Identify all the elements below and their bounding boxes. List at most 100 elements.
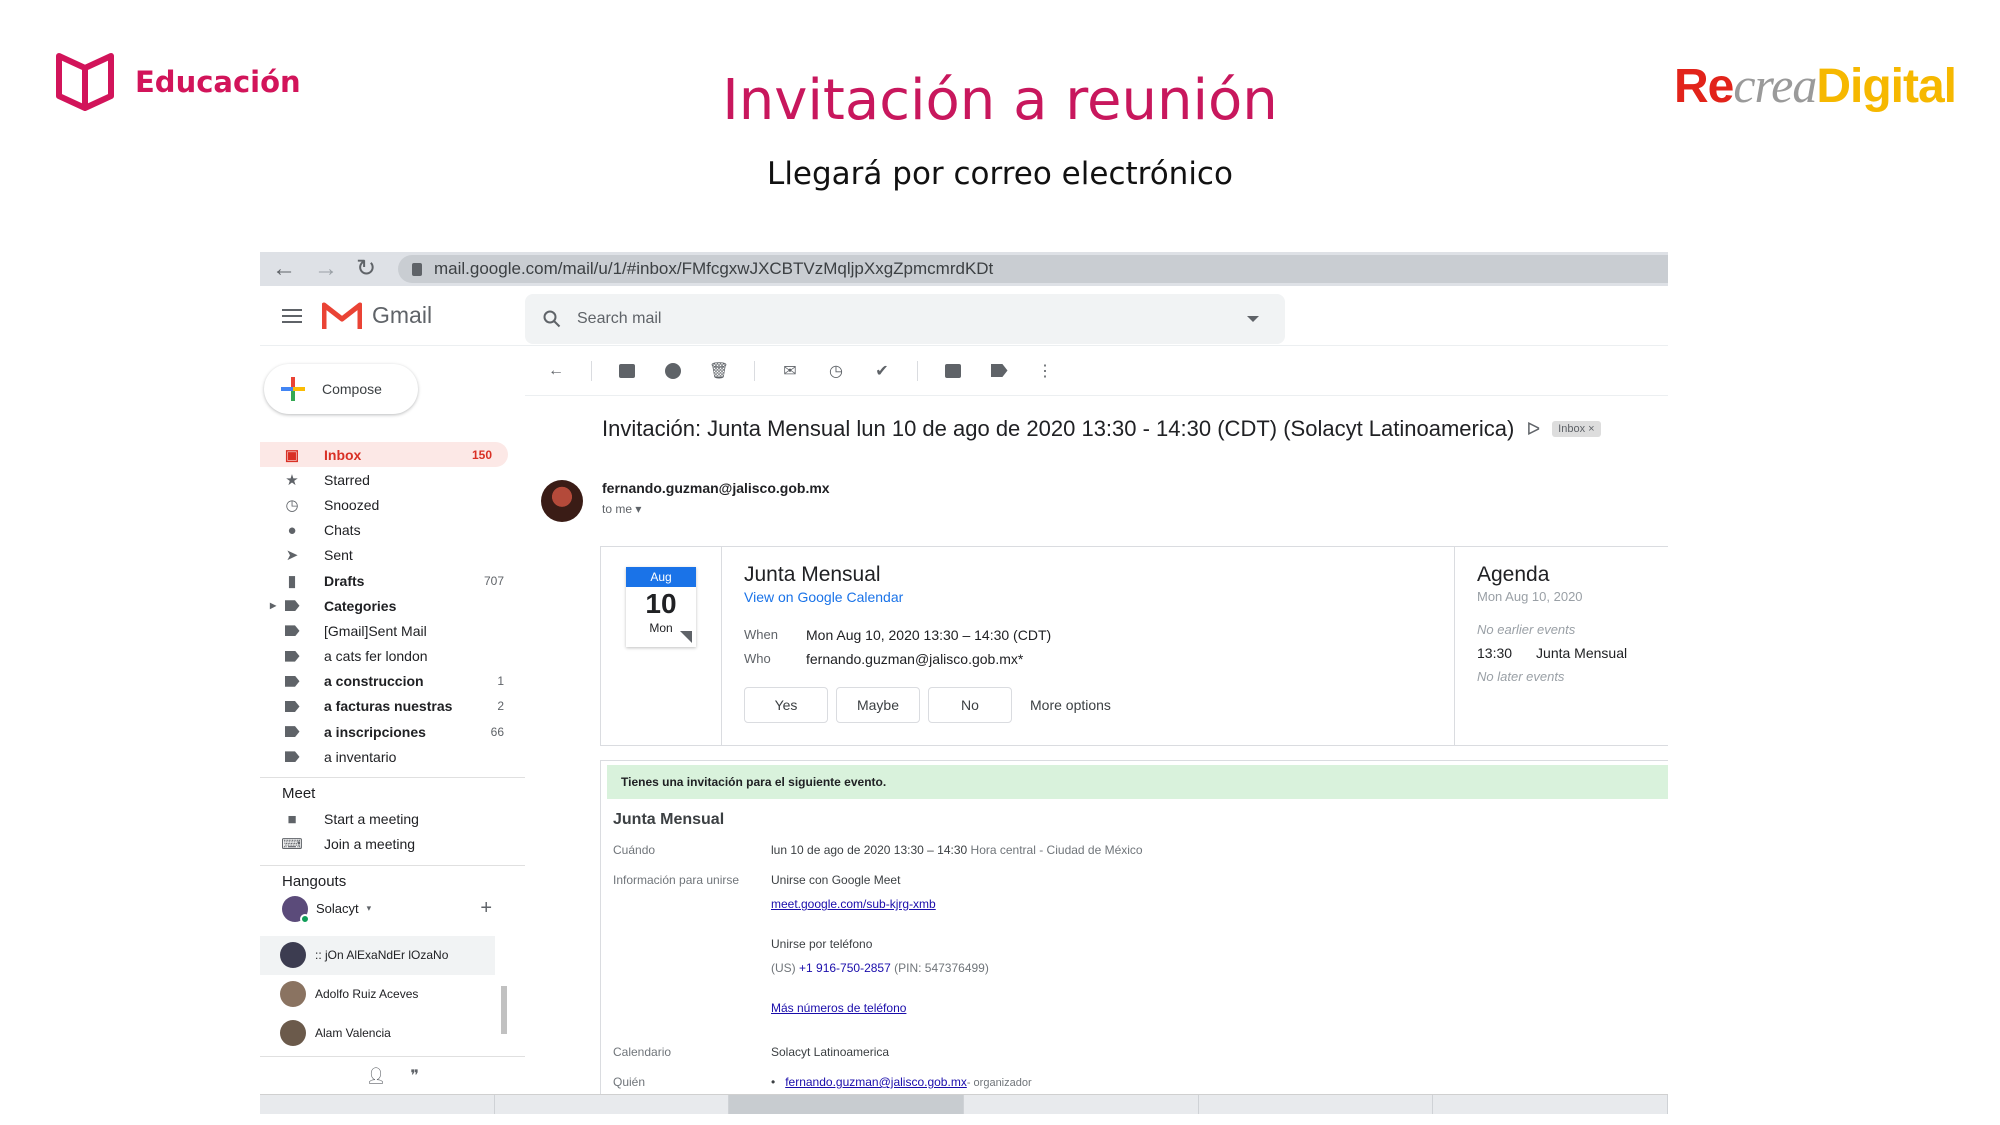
when-label: When — [744, 627, 778, 642]
sidebar-item-facturas-nuestras[interactable]: a facturas nuestras 2 — [260, 694, 520, 719]
browser-toolbar: ← → ↻ mail.google.com/mail/u/1/#inbox/FM… — [260, 252, 1668, 286]
hangouts-section-title: Hangouts — [282, 872, 347, 890]
recipients-dropdown[interactable]: to me ▾ — [602, 502, 641, 516]
rsvp-yes-button[interactable]: Yes — [744, 687, 828, 723]
add-to-tasks-icon[interactable]: ✔ — [871, 360, 893, 382]
phone-country: (US) — [771, 961, 796, 975]
view-on-calendar-link[interactable]: View on Google Calendar — [744, 589, 903, 605]
sidebar-item-label: a inscripciones — [324, 723, 426, 740]
address-bar[interactable]: mail.google.com/mail/u/1/#inbox/FMfcgxwJ… — [398, 255, 1668, 283]
sender-avatar — [541, 480, 583, 522]
hangouts-self-status[interactable]: Solacyt ▾ + — [260, 894, 520, 924]
unread-count: 150 — [471, 447, 492, 462]
sidebar-item-cats-fer-london[interactable]: a cats fer london — [260, 644, 520, 669]
join-info-row: Información para unirse Unirse con Googl… — [613, 873, 989, 1031]
sidebar-item-starred[interactable]: ★ Starred — [260, 467, 520, 492]
compose-button[interactable]: Compose — [264, 364, 418, 414]
labels-icon[interactable] — [988, 360, 1010, 382]
join-meeting-item[interactable]: ⌨ Join a meeting — [260, 832, 520, 857]
divider — [754, 360, 755, 381]
search-input[interactable]: Search mail — [577, 310, 1231, 328]
archive-icon[interactable] — [616, 360, 638, 382]
scrollbar-thumb[interactable] — [501, 986, 507, 1034]
phone-number-link[interactable]: +1 916-750-2857 — [799, 961, 891, 975]
more-numbers-link[interactable]: Más números de teléfono — [771, 1001, 989, 1031]
sidebar-item-chats[interactable]: ● Chats — [260, 518, 520, 543]
importance-marker-icon[interactable]: ᐅ — [1526, 419, 1540, 440]
mark-unread-icon[interactable]: ✉ — [779, 360, 801, 382]
join-meeting-label: Join a meeting — [324, 836, 416, 853]
sidebar-item-snoozed[interactable]: ◷ Snoozed — [260, 492, 520, 517]
agenda-event-time: 13:30 — [1477, 645, 1513, 661]
download-item[interactable] — [495, 1095, 730, 1114]
status-caret-icon[interactable]: ▾ — [367, 903, 372, 914]
download-item[interactable] — [729, 1095, 965, 1114]
calendar-row: Calendario Solacyt Latinoamerica — [613, 1045, 889, 1059]
lock-icon — [412, 262, 422, 276]
sidebar-item-inbox[interactable]: ▣ Inbox 150 — [260, 442, 508, 468]
event-who-row: Who fernando.guzman@jalisco.gob.mx* — [744, 651, 1023, 667]
unread-count: 1 — [497, 674, 504, 689]
label-icon — [284, 649, 300, 663]
avatar — [280, 981, 306, 1008]
gmail-logo[interactable]: Gmail — [322, 301, 432, 331]
snooze-icon[interactable]: ◷ — [825, 360, 847, 382]
when-value: Mon Aug 10, 2020 13:30 – 14:30 (CDT) — [806, 627, 1052, 643]
rsvp-no-button[interactable]: No — [928, 687, 1012, 723]
star-icon: ★ — [285, 471, 299, 489]
sidebar-item-label: a inventario — [324, 748, 397, 765]
expand-caret-icon[interactable]: ▶ — [270, 601, 276, 610]
sidebar-item-categories[interactable]: ▶ Categories — [260, 593, 520, 618]
back-arrow-icon[interactable]: ← — [272, 252, 296, 286]
reload-icon[interactable]: ↻ — [356, 252, 376, 286]
more-vertical-icon[interactable]: ⋮ — [1034, 360, 1056, 382]
report-spam-icon[interactable] — [662, 360, 684, 382]
calendar-label: Calendario — [613, 1045, 672, 1059]
back-to-inbox-icon[interactable]: ← — [545, 360, 567, 382]
compose-plus-icon — [281, 377, 305, 401]
agenda-event[interactable]: 13:30 Junta Mensual — [1477, 645, 1668, 661]
sidebar-item-inscripciones[interactable]: a inscripciones 66 — [260, 719, 520, 744]
search-options-icon[interactable] — [1247, 316, 1259, 322]
search-bar[interactable]: Search mail — [525, 294, 1285, 344]
avatar — [280, 1020, 306, 1047]
sidebar-item-construccion[interactable]: a construccion 1 — [260, 669, 520, 694]
new-conversation-plus-icon[interactable]: + — [480, 897, 492, 920]
download-item[interactable] — [1433, 1095, 1668, 1114]
divider — [591, 360, 592, 381]
sidebar-item-gmail-sent-mail[interactable]: [Gmail]Sent Mail — [260, 618, 520, 643]
hamburger-menu-icon[interactable] — [282, 305, 302, 327]
more-options-button[interactable]: More options — [1030, 697, 1111, 713]
inbox-label-chip[interactable]: Inbox × — [1552, 421, 1601, 437]
forward-arrow-icon[interactable]: → — [314, 252, 338, 286]
rsvp-maybe-button[interactable]: Maybe — [836, 687, 920, 723]
move-to-icon[interactable] — [942, 360, 964, 382]
hangouts-bubble-icon[interactable]: ❞ — [410, 1066, 419, 1086]
download-item[interactable] — [260, 1095, 495, 1114]
label-icon — [284, 674, 300, 688]
download-item[interactable] — [964, 1095, 1199, 1114]
sidebar-item-drafts[interactable]: ▮ Drafts 707 — [260, 568, 520, 593]
event-title: Junta Mensual — [744, 563, 881, 586]
when-value: lun 10 de ago de 2020 13:30 – 14:30 — [771, 843, 968, 857]
email-subject-line: Invitación: Junta Mensual lun 10 de ago … — [602, 416, 1601, 442]
delete-icon[interactable]: 🗑︎ — [708, 360, 730, 382]
meet-link[interactable]: meet.google.com/sub-kjrg-xmb — [771, 897, 989, 937]
sidebar-item-sent[interactable]: ➤ Sent — [260, 543, 520, 568]
sender-email[interactable]: fernando.guzman@jalisco.gob.mx — [602, 480, 830, 496]
unread-count: 66 — [490, 724, 504, 739]
hangouts-contact[interactable]: :: jOn AlExaNdEr lOzaNo — [260, 935, 495, 975]
person-icon[interactable]: 👤︎ — [366, 1066, 386, 1086]
start-meeting-item[interactable]: ■ Start a meeting — [260, 806, 520, 831]
hangouts-contact[interactable]: Adolfo Ruiz Aceves — [260, 975, 520, 1014]
sidebar-item-inventario[interactable]: a inventario — [260, 744, 520, 769]
cal-day: 10 — [645, 588, 677, 619]
invitation-banner: Tienes una invitación para el siguiente … — [607, 765, 1668, 799]
organizer-link[interactable]: fernando.guzman@jalisco.gob.mx — [785, 1075, 967, 1089]
hangouts-contact[interactable]: Alam Valencia — [260, 1014, 520, 1053]
when-label: Cuándo — [613, 843, 656, 857]
event-title: Junta Mensual — [613, 811, 725, 828]
label-icon — [284, 750, 300, 764]
download-item[interactable] — [1199, 1095, 1434, 1114]
meet-section-title: Meet — [282, 785, 316, 803]
